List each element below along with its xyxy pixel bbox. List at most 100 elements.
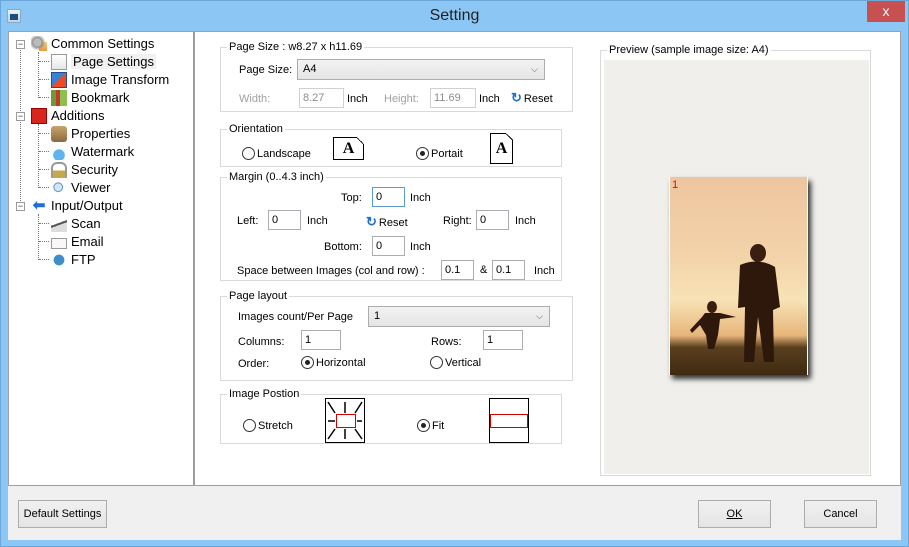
page-layout-legend: Page layout: [227, 289, 290, 303]
expander-input-output[interactable]: −: [16, 202, 25, 211]
globe-icon: [51, 251, 67, 268]
scanner-icon: [51, 215, 67, 232]
ok-button[interactable]: OK: [698, 500, 771, 528]
radio-label: Fit: [432, 420, 445, 432]
rows-label: Rows:: [431, 336, 462, 348]
tree-item-watermark[interactable]: Watermark: [51, 143, 134, 161]
tree-item-ftp[interactable]: FTP: [51, 251, 96, 269]
height-label: Height:: [384, 93, 419, 105]
width-unit: Inch: [347, 93, 368, 105]
columns-label: Columns:: [238, 336, 285, 348]
image-position-group: Image Postion Stretch Fit: [220, 387, 562, 444]
expander-additions[interactable]: −: [16, 112, 25, 121]
top-margin-input[interactable]: 0: [372, 187, 405, 207]
settings-tree: − Common Settings Page Settings Image Tr…: [8, 31, 195, 486]
page-size-group: Page Size : w8.27 x h11.69 Page Size: A4…: [220, 40, 573, 112]
top-unit: Inch: [410, 192, 431, 204]
tree-line: [39, 169, 49, 170]
tree-line: [39, 79, 49, 80]
bottom-label: Bottom:: [324, 241, 362, 253]
preview-area: 1: [604, 60, 869, 474]
page-settings-icon: [51, 53, 67, 70]
tree-item-page-settings[interactable]: Page Settings: [51, 53, 156, 71]
window-title: Setting: [429, 7, 480, 24]
tree-group-common-settings[interactable]: Common Settings: [31, 35, 154, 53]
rows-input[interactable]: 1: [483, 330, 523, 350]
spacing-unit: Inch: [534, 265, 555, 277]
tree-label: Common Settings: [51, 36, 155, 51]
radio-label: Stretch: [258, 420, 293, 432]
bottom-unit: Inch: [410, 241, 431, 253]
fit-frame: [490, 414, 528, 428]
spacing-row-input[interactable]: 0.1: [492, 260, 525, 280]
chevron-down-icon: ⌵: [536, 311, 543, 321]
tree-item-viewer[interactable]: Viewer: [51, 179, 111, 197]
stretch-arrows-icon: [327, 401, 363, 440]
expander-common-settings[interactable]: −: [16, 40, 25, 49]
left-margin-input[interactable]: 0: [268, 210, 301, 230]
tree-line: [39, 223, 49, 224]
settings-window: Setting x − Common Settings Page Setting…: [0, 0, 909, 547]
order-label: Order:: [238, 358, 270, 370]
image-position-legend: Image Postion: [227, 387, 302, 401]
preview-group: Preview (sample image size: A4) 1: [600, 43, 871, 476]
dialog-client: − Common Settings Page Settings Image Tr…: [8, 31, 901, 540]
width-input[interactable]: 8.27: [299, 88, 344, 108]
cancel-button[interactable]: Cancel: [804, 500, 877, 528]
horizontal-radio[interactable]: Horizontal: [301, 355, 366, 372]
portrait-radio[interactable]: Portait: [416, 146, 463, 163]
refresh-icon: ↻: [366, 214, 377, 229]
right-margin-input[interactable]: 0: [476, 210, 509, 230]
tree-label: Email: [71, 234, 104, 249]
tree-item-properties[interactable]: Properties: [51, 125, 130, 143]
tree-label: Bookmark: [71, 90, 130, 105]
tree-label: Watermark: [71, 144, 135, 159]
tree-item-email[interactable]: Email: [51, 233, 104, 251]
left-unit: Inch: [307, 215, 328, 227]
tree-item-security[interactable]: Security: [51, 161, 118, 179]
bookmark-book-icon: [51, 89, 67, 106]
tree-group-additions[interactable]: Additions: [31, 107, 104, 125]
columns-input[interactable]: 1: [301, 330, 341, 350]
tree-line: [39, 133, 49, 134]
close-button[interactable]: x: [867, 1, 905, 22]
page-settings-panel: Page Size : w8.27 x h11.69 Page Size: A4…: [194, 31, 901, 486]
default-settings-button[interactable]: Default Settings: [18, 500, 107, 528]
tree-item-image-transform[interactable]: Image Transform: [51, 71, 169, 89]
bottom-margin-input[interactable]: 0: [372, 236, 405, 256]
stretch-diagram-icon: [325, 398, 365, 443]
tree-label: Security: [71, 162, 118, 177]
margin-reset-button[interactable]: ↻ Reset: [366, 215, 408, 230]
tree-line: [38, 52, 39, 98]
page-size-select[interactable]: A4 ⌵: [297, 59, 545, 80]
tree-item-scan[interactable]: Scan: [51, 215, 101, 233]
tree-line: [39, 61, 49, 62]
settings-gear-icon: [31, 35, 47, 52]
height-input[interactable]: 11.69: [430, 88, 476, 108]
radio-indicator: [416, 146, 429, 160]
fit-radio[interactable]: Fit: [417, 418, 445, 435]
tree-item-bookmark[interactable]: Bookmark: [51, 89, 130, 107]
tree-label: Properties: [71, 126, 131, 141]
spacing-col-input[interactable]: 0.1: [441, 260, 474, 280]
page-size-label: Page Size:: [239, 64, 293, 76]
tree-line: [38, 214, 39, 260]
refresh-icon: ↻: [511, 90, 522, 105]
images-count-select[interactable]: 1 ⌵: [368, 306, 550, 327]
stretch-radio[interactable]: Stretch: [243, 418, 293, 435]
preview-legend: Preview (sample image size: A4): [607, 43, 771, 57]
tree-line: [39, 187, 49, 188]
tree-label: Scan: [71, 216, 101, 231]
margin-legend: Margin (0..4.3 inch): [227, 170, 326, 184]
tree-group-input-output[interactable]: ⬅ Input/Output: [31, 197, 123, 215]
vertical-radio[interactable]: Vertical: [430, 355, 481, 372]
page-size-reset-button[interactable]: ↻ Reset: [511, 91, 553, 106]
fit-diagram-icon: [489, 398, 529, 443]
images-count-value: 1: [374, 310, 381, 322]
landscape-radio[interactable]: Landscape: [242, 146, 311, 163]
images-count-label: Images count/Per Page: [238, 311, 353, 323]
left-label: Left:: [237, 215, 259, 227]
chevron-down-icon: ⌵: [531, 64, 538, 74]
radio-label: Landscape: [257, 148, 311, 160]
tree-line: [39, 241, 49, 242]
